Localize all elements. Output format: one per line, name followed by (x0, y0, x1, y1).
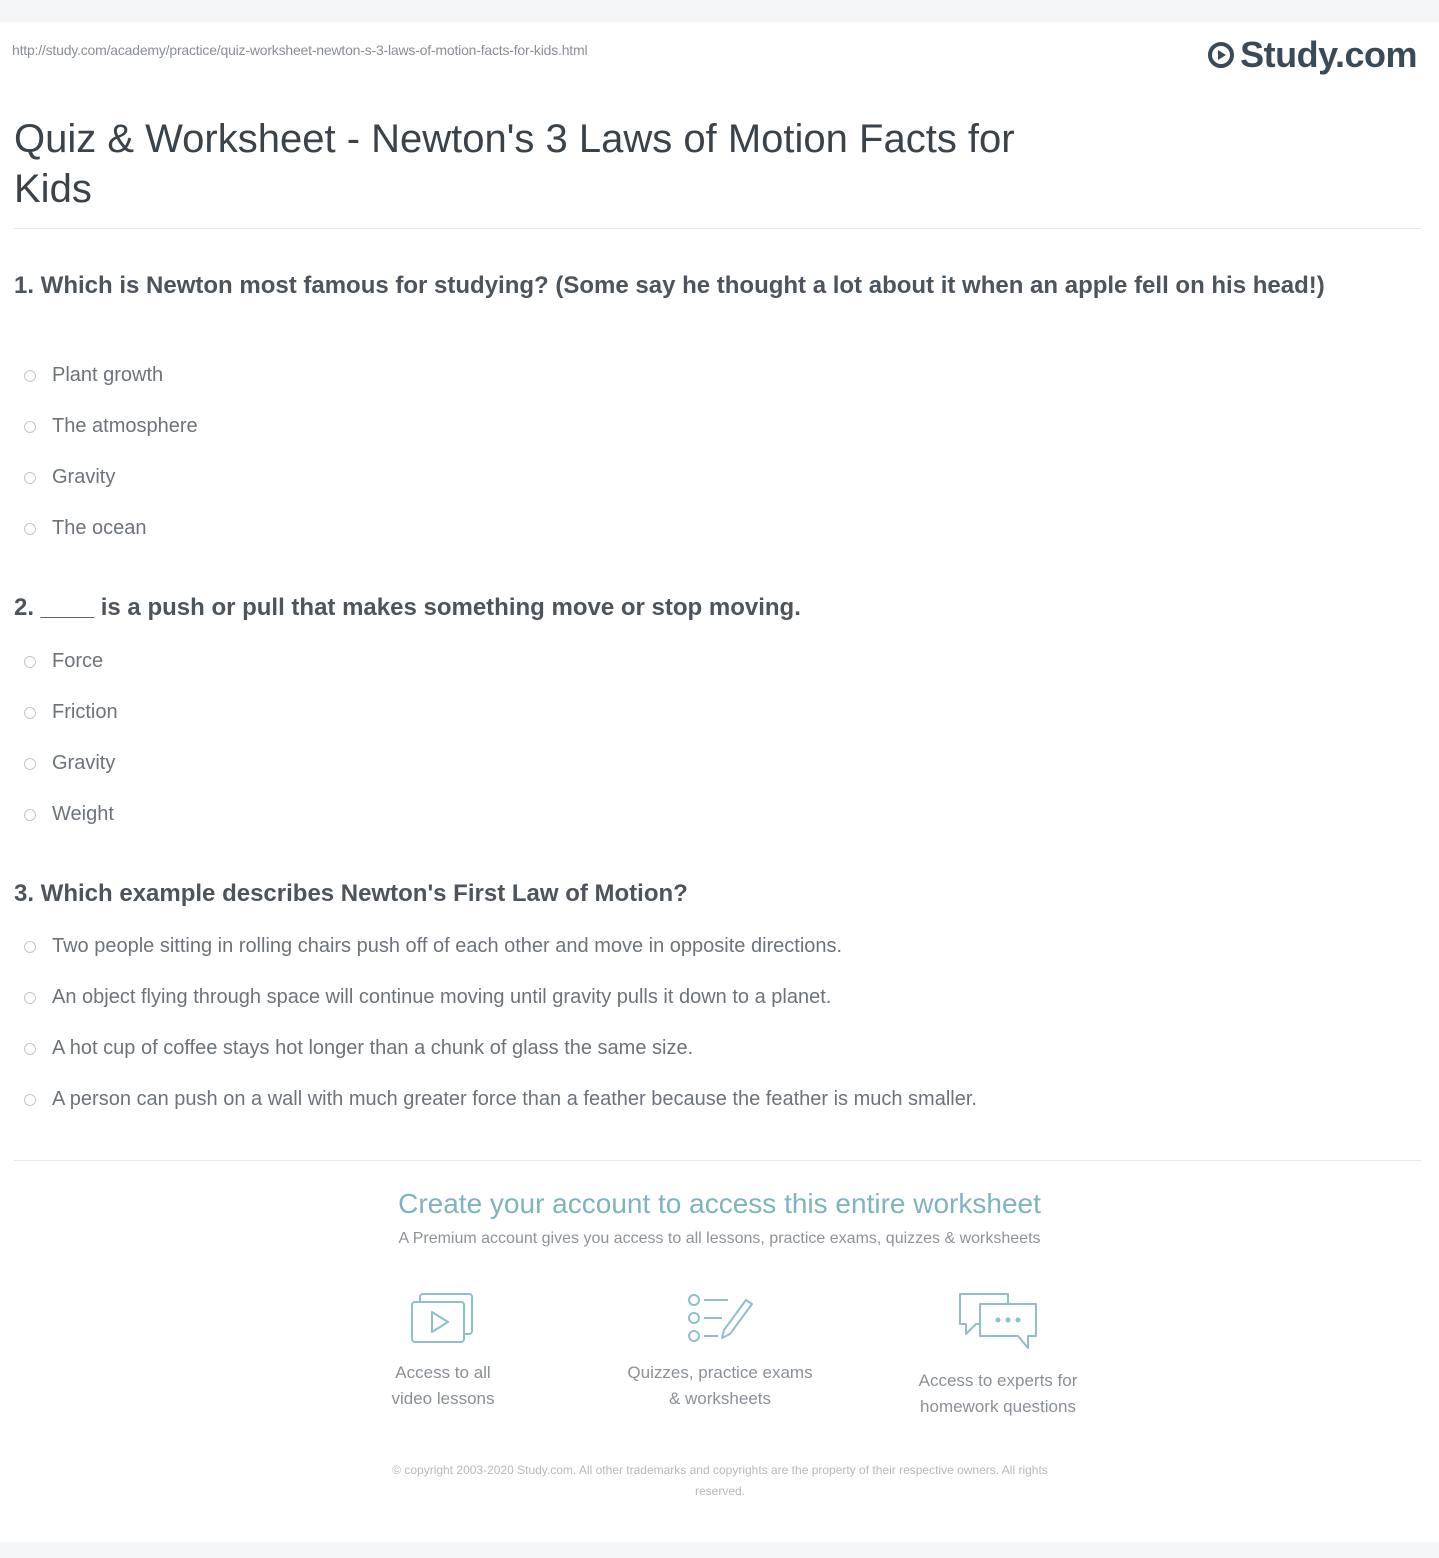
question-1-option-4[interactable]: The ocean (24, 517, 147, 540)
option-label: The ocean (52, 517, 147, 539)
question-3-option-3[interactable]: A hot cup of coffee stays hot longer tha… (24, 1037, 693, 1060)
option-label: A person can push on a wall with much gr… (52, 1088, 977, 1110)
question-2-option-3[interactable]: Gravity (24, 752, 115, 775)
video-lessons-icon (411, 1293, 473, 1343)
feature-label-line1: Access to all (395, 1363, 491, 1382)
feature-label-line2: homework questions (920, 1397, 1076, 1416)
question-2-option-1[interactable]: Force (24, 650, 103, 673)
radio-icon[interactable] (24, 655, 36, 668)
premium-description: A Premium account gives you access to al… (398, 1230, 1041, 1247)
page-title: Quiz & Worksheet - Newton's 3 Laws of Mo… (14, 117, 1015, 211)
option-label: Two people sitting in rolling chairs pus… (52, 935, 843, 957)
radio-icon[interactable] (24, 808, 36, 821)
radio-icon[interactable] (24, 940, 36, 953)
radio-icon[interactable] (24, 991, 36, 1004)
create-account-link[interactable]: Create your account to access this entir… (0, 1188, 1439, 1220)
copyright-line2: reserved. (694, 1484, 746, 1498)
question-1-option-3[interactable]: Gravity (24, 466, 115, 489)
question-3-option-2[interactable]: An object flying through space will cont… (24, 986, 831, 1009)
copyright-notice: © copyright 2003-2020 Study.com. All oth… (270, 1460, 1170, 1502)
question-1-option-2[interactable]: The atmosphere (24, 415, 198, 438)
feature-label-line2: video lessons (391, 1389, 495, 1408)
copyright-line1: © copyright 2003-2020 Study.com. All oth… (392, 1463, 1048, 1477)
radio-icon[interactable] (24, 706, 36, 719)
option-label: The atmosphere (52, 415, 198, 437)
question-2: 2. ____ is a push or pull that makes som… (14, 594, 801, 621)
radio-icon[interactable] (24, 1093, 36, 1106)
option-label: Force (52, 650, 104, 672)
page-url: http://study.com/academy/practice/quiz-w… (12, 42, 588, 58)
option-label: A hot cup of coffee stays hot longer tha… (52, 1037, 694, 1059)
logo-text: Study.com (1240, 34, 1417, 75)
quizzes-icon (688, 1294, 753, 1342)
question-3: 3. Which example describes Newton's Firs… (14, 880, 688, 907)
option-label: Gravity (52, 466, 116, 488)
study-logo[interactable]: Study.com (1208, 34, 1417, 76)
radio-icon[interactable] (24, 420, 36, 433)
feature-label-line1: Quizzes, practice exams (627, 1363, 813, 1382)
play-circle-icon (1208, 42, 1235, 68)
radio-icon[interactable] (24, 757, 36, 770)
feature-video-lessons: Access to all video lessons (303, 1290, 583, 1412)
question-3-option-4[interactable]: A person can push on a wall with much gr… (24, 1088, 977, 1111)
option-label: Friction (52, 701, 118, 723)
worksheet-page: http://study.com/academy/practice/quiz-w… (0, 22, 1439, 1542)
feature-experts: Access to experts for homework questions (858, 1290, 1138, 1420)
question-2-option-4[interactable]: Weight (24, 803, 114, 826)
feature-quizzes: Quizzes, practice exams & worksheets (580, 1290, 860, 1412)
option-label: Gravity (52, 752, 116, 774)
radio-icon[interactable] (24, 369, 36, 382)
radio-icon[interactable] (24, 471, 36, 484)
question-1: 1. Which is Newton most famous for study… (14, 272, 1325, 299)
option-label: An object flying through space will cont… (52, 986, 832, 1008)
question-3-option-1[interactable]: Two people sitting in rolling chairs pus… (24, 935, 842, 958)
radio-icon[interactable] (24, 1042, 36, 1055)
feature-label-line2: & worksheets (668, 1389, 772, 1408)
questions-divider (14, 1160, 1421, 1161)
question-2-option-2[interactable]: Friction (24, 701, 118, 724)
title-divider (14, 228, 1421, 229)
radio-icon[interactable] (24, 522, 36, 535)
option-label: Weight (52, 803, 114, 825)
question-1-option-1[interactable]: Plant growth (24, 364, 163, 387)
feature-label-line1: Access to experts for (918, 1371, 1078, 1390)
chat-experts-icon (959, 1293, 1037, 1349)
option-label: Plant growth (52, 364, 164, 386)
